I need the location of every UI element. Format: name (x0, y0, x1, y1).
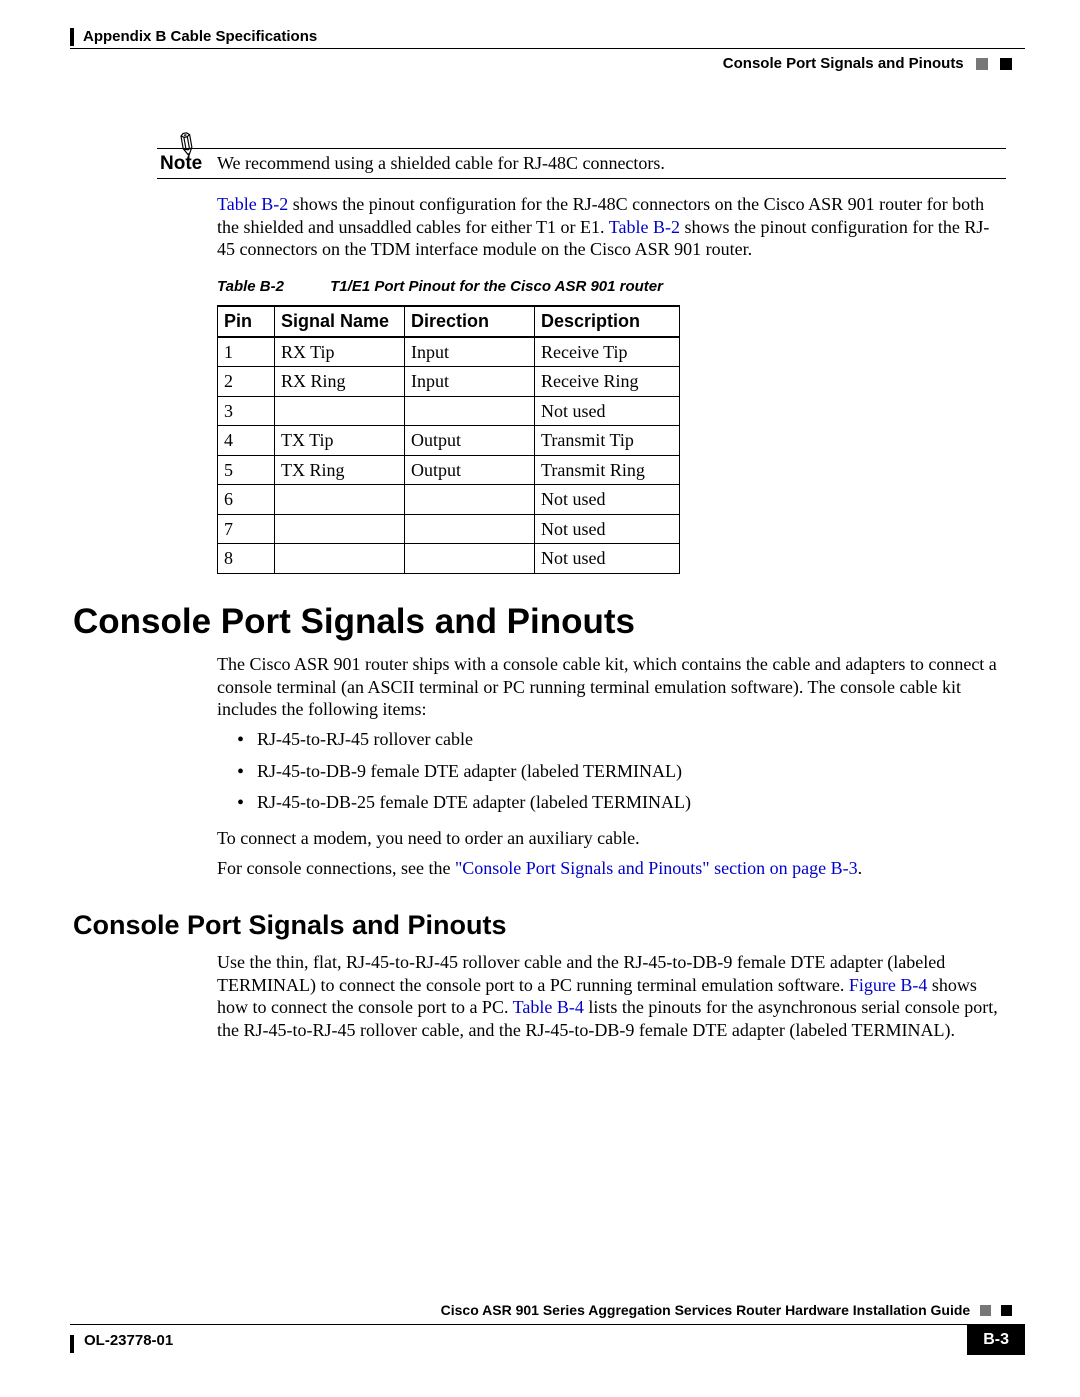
table-cell: 3 (218, 396, 275, 426)
text: For console connections, see the (217, 858, 455, 878)
table-cell: Receive Ring (535, 367, 680, 397)
intro-paragraph: Table B-2 shows the pinout configuration… (217, 193, 1006, 261)
table-cell: Not used (535, 544, 680, 574)
table-cell: Output (405, 455, 535, 485)
pinout-table: Pin Signal Name Direction Description 1R… (217, 305, 680, 574)
footer-square-icon (1001, 1305, 1012, 1316)
table-cell: 6 (218, 485, 275, 515)
link-table-b2[interactable]: Table B-2 (609, 217, 680, 237)
table-row: 7 Not used (218, 514, 680, 544)
table-cell: Not used (535, 396, 680, 426)
link-table-b4[interactable]: Table B-4 (513, 997, 584, 1017)
table-cell: Receive Tip (535, 337, 680, 367)
table-cell: Input (405, 367, 535, 397)
page-number: B-3 (967, 1325, 1025, 1355)
table-cell (405, 514, 535, 544)
table-cell (275, 544, 405, 574)
link-figure-b4[interactable]: Figure B-4 (849, 975, 928, 995)
footer-title-text: Cisco ASR 901 Series Aggregation Service… (441, 1302, 971, 1318)
text: Use the thin, flat, RJ-45-to-RJ-45 rollo… (217, 952, 945, 995)
header-right-text: Console Port Signals and Pinouts (723, 55, 964, 72)
table-cell (275, 485, 405, 515)
note-text: We recommend using a shielded cable for … (217, 152, 1006, 175)
table-cell: 8 (218, 544, 275, 574)
list-item: RJ-45-to-RJ-45 rollover cable (237, 728, 1006, 751)
section-heading: Console Port Signals and Pinouts (73, 600, 635, 644)
header-right: Console Port Signals and Pinouts (723, 55, 1012, 74)
table-row: 6 Not used (218, 485, 680, 515)
table-cell: TX Tip (275, 426, 405, 456)
table-row: 8 Not used (218, 544, 680, 574)
table-row: 1RX TipInputReceive Tip (218, 337, 680, 367)
list-item: RJ-45-to-DB-9 female DTE adapter (labele… (237, 760, 1006, 783)
footer-rule (70, 1335, 74, 1353)
th-signal: Signal Name (275, 306, 405, 337)
text: . (858, 858, 863, 878)
table-cell: Not used (535, 514, 680, 544)
table-cell: RX Ring (275, 367, 405, 397)
table-row: 2RX RingInputReceive Ring (218, 367, 680, 397)
table-cell: Transmit Ring (535, 455, 680, 485)
table-cell: Output (405, 426, 535, 456)
section-paragraph: To connect a modem, you need to order an… (217, 827, 1006, 850)
table-caption-title: T1/E1 Port Pinout for the Cisco ASR 901 … (330, 278, 663, 295)
footer-title: Cisco ASR 901 Series Aggregation Service… (441, 1302, 1012, 1320)
table-cell: Transmit Tip (535, 426, 680, 456)
th-description: Description (535, 306, 680, 337)
th-pin: Pin (218, 306, 275, 337)
footer-square-icon (980, 1305, 991, 1316)
table-cell (275, 396, 405, 426)
link-console-section[interactable]: "Console Port Signals and Pinouts" secti… (455, 858, 858, 878)
footer-line (70, 1324, 1025, 1325)
header-left: Appendix B Cable Specifications (83, 28, 317, 47)
table-cell: 2 (218, 367, 275, 397)
table-cell: 7 (218, 514, 275, 544)
table-cell (405, 544, 535, 574)
link-table-b2[interactable]: Table B-2 (217, 194, 288, 214)
table-cell: TX Ring (275, 455, 405, 485)
table-cell: Input (405, 337, 535, 367)
table-row: 5TX RingOutputTransmit Ring (218, 455, 680, 485)
kit-list: RJ-45-to-RJ-45 rollover cable RJ-45-to-DB… (237, 728, 1006, 823)
header-line (70, 48, 1025, 49)
table-row: 4TX TipOutputTransmit Tip (218, 426, 680, 456)
table-row: 3 Not used (218, 396, 680, 426)
table-header-row: Pin Signal Name Direction Description (218, 306, 680, 337)
header-square-icon (1000, 58, 1012, 70)
table-cell (405, 396, 535, 426)
th-direction: Direction (405, 306, 535, 337)
subsection-paragraph: Use the thin, flat, RJ-45-to-RJ-45 rollo… (217, 951, 1006, 1041)
list-item: RJ-45-to-DB-25 female DTE adapter (label… (237, 791, 1006, 814)
table-cell (405, 485, 535, 515)
header-rule (70, 28, 74, 46)
table-caption: Table B-2 T1/E1 Port Pinout for the Cisc… (217, 278, 663, 297)
note-rule (157, 178, 1006, 179)
note-rule (157, 148, 1006, 149)
header-square-icon (976, 58, 988, 70)
table-cell: 4 (218, 426, 275, 456)
subsection-heading: Console Port Signals and Pinouts (73, 909, 507, 943)
table-cell (275, 514, 405, 544)
section-paragraph: For console connections, see the "Consol… (217, 857, 1006, 880)
table-cell: 1 (218, 337, 275, 367)
table-cell: Not used (535, 485, 680, 515)
table-cell: RX Tip (275, 337, 405, 367)
note-label: Note (160, 152, 202, 176)
table-cell: 5 (218, 455, 275, 485)
table-caption-id: Table B-2 (217, 278, 284, 295)
footer-left: OL-23778-01 (84, 1332, 173, 1351)
section-paragraph: The Cisco ASR 901 router ships with a co… (217, 653, 1006, 721)
